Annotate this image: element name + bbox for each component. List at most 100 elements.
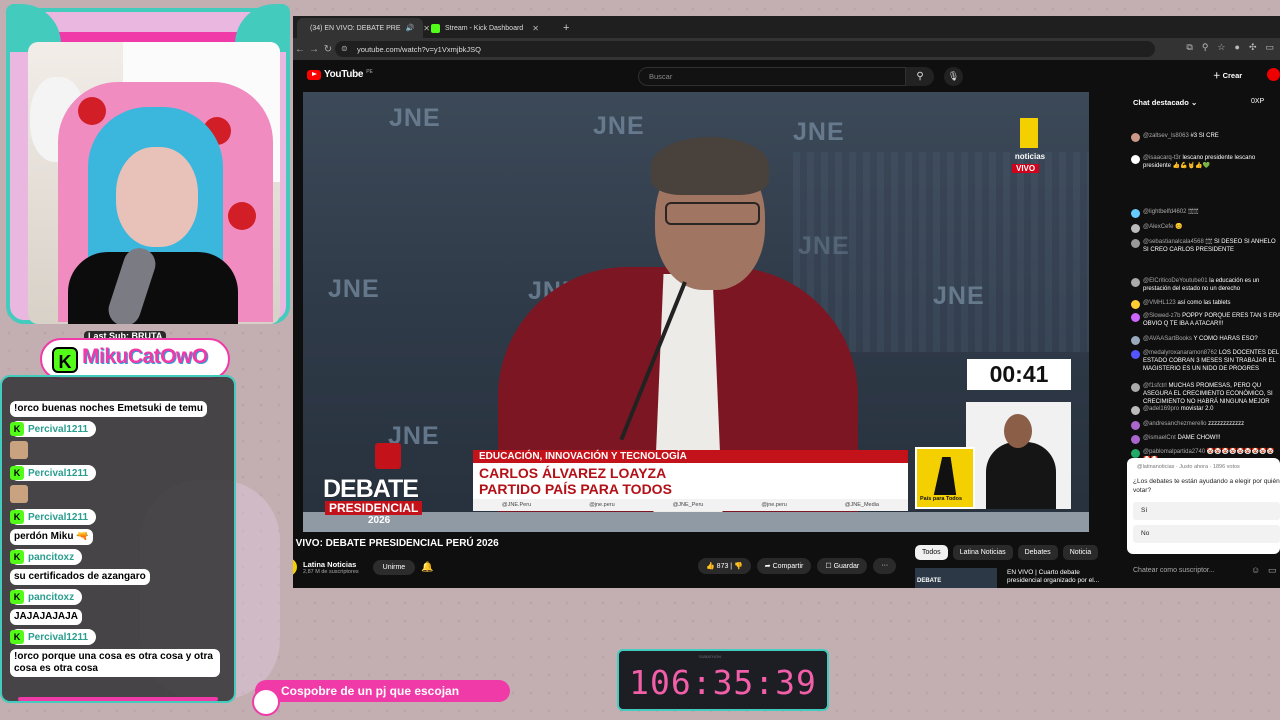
chat-mode-dropdown[interactable]: Chat destacado ⌄	[1133, 98, 1197, 107]
chat-emote	[10, 485, 28, 503]
chat-avatar[interactable]	[1131, 406, 1140, 415]
chat-message-text: 🕯🕯🕯🕯🕯🕯	[1188, 209, 1199, 215]
chat-username[interactable]: @VMHL123	[1143, 300, 1176, 306]
more-actions-button[interactable]: ···	[873, 558, 897, 574]
chat-avatar[interactable]	[1131, 239, 1140, 248]
chip-latina-noticias[interactable]: Latina Noticias	[952, 545, 1013, 560]
cat-mascot-icon	[252, 688, 280, 716]
poll-source: @latinanoticias · Justo ahora · 1896 vot…	[1137, 464, 1240, 470]
zoom-icon[interactable]: ⚲	[1202, 42, 1209, 53]
chat-avatar[interactable]	[1131, 224, 1140, 233]
kick-badge-icon: K	[10, 466, 24, 480]
chip-todos[interactable]: Todos	[915, 545, 948, 560]
tab-youtube[interactable]: (34) EN VIVO: DEBATE PRE 🔊 ✕	[297, 18, 430, 38]
chat-message-text: 😊	[1175, 224, 1183, 230]
puzzle-icon[interactable]: ✣	[1249, 42, 1257, 53]
x-handle: @JNE_Peru	[672, 502, 704, 508]
chat-username[interactable]: @ElCriticoDeYoutube01	[1143, 278, 1208, 284]
instagram-handle: @jne.peru	[589, 502, 615, 508]
chat-text: @adel169pro movistar 2.0	[1143, 405, 1213, 415]
chat-username[interactable]: @zaltsev_ls8063	[1143, 133, 1189, 139]
chat-username[interactable]: @sebastianalcala4568	[1143, 239, 1204, 245]
chat-avatar[interactable]	[1131, 449, 1140, 458]
search-button[interactable]: ⚲	[906, 67, 934, 86]
search-input[interactable]: Buscar	[638, 67, 906, 86]
chat-username[interactable]: @andresanchezmerello	[1143, 421, 1206, 427]
chat-text: @AVAASartBooks Y COMO HARAS ESO?	[1143, 335, 1258, 345]
create-button[interactable]: ＋ Crear	[1213, 70, 1242, 81]
poll-option-no[interactable]: No	[1133, 525, 1280, 543]
chat-avatar[interactable]	[1131, 278, 1140, 287]
speaker-icon[interactable]: 🔊	[406, 24, 415, 32]
video-actions: 👍 873 | 👎 ➦ Compartir ☐ Guardar ···	[698, 558, 897, 574]
bookmark-star-icon[interactable]: ☆	[1217, 42, 1225, 53]
new-tab-button[interactable]: +	[555, 18, 577, 38]
chat-avatar[interactable]	[1131, 435, 1140, 444]
join-button[interactable]: Unirme	[372, 559, 416, 575]
chat-username[interactable]: @AlexCefe	[1143, 224, 1173, 230]
tab-kick-dashboard[interactable]: Stream - Kick Dashboard ✕	[423, 18, 551, 38]
chat-message: @f1sfctrl MUCHAS PROMESAS, PERO QU ASEGU…	[1131, 382, 1280, 406]
chat-avatar[interactable]	[1131, 421, 1140, 430]
bell-icon[interactable]: 🔔	[421, 562, 433, 573]
chat-avatar[interactable]	[1131, 209, 1140, 218]
region-code: PE	[366, 69, 373, 75]
recommended-title[interactable]: EN VIVO | Cuarto debate presidencial org…	[1007, 569, 1102, 585]
chat-avatar[interactable]	[1131, 350, 1140, 359]
chat-username[interactable]: @pablomalpartida2740	[1143, 449, 1205, 455]
chat-username[interactable]: @isaacarq-t3r	[1143, 155, 1181, 161]
chat-avatar[interactable]	[1131, 313, 1140, 322]
chat-username[interactable]: @Slowed-z7b	[1143, 313, 1180, 319]
chat-input[interactable]: Chatear como suscriptor...	[1127, 561, 1252, 581]
channel-name[interactable]: Latina Noticias	[303, 560, 359, 569]
cast-icon[interactable]: ⧉	[1186, 42, 1192, 53]
chat-avatar[interactable]	[1131, 336, 1140, 345]
close-tab-icon[interactable]: ✕	[532, 24, 539, 33]
recommended-thumbnail[interactable]: DEBATE	[915, 568, 997, 588]
chat-username[interactable]: @adel169pro	[1143, 406, 1179, 412]
super-chat-icon[interactable]: ▭	[1268, 565, 1277, 576]
streamer-name: MikuCatOwO	[82, 345, 208, 368]
emoji-icon[interactable]: ☺	[1251, 565, 1260, 575]
chat-username[interactable]: @AVAASartBooks	[1143, 336, 1192, 342]
sidepanel-icon[interactable]: ▭	[1265, 42, 1274, 53]
chat-username[interactable]: @medalyroxanaramon8762	[1143, 350, 1217, 356]
notifications-icon[interactable]	[1267, 68, 1280, 81]
chip-debates[interactable]: Debates	[1017, 545, 1058, 560]
chat-text: @Slowed-z7b POPPY PORQUE ERES TAN S ERA …	[1143, 312, 1280, 328]
youtube-logo[interactable]: YouTube PE	[307, 69, 373, 80]
save-button[interactable]: ☐ Guardar	[817, 558, 868, 574]
poll-option-yes[interactable]: Sí	[1133, 502, 1280, 520]
debate-topic: EDUCACIÓN, INNOVACIÓN Y TECNOLOGÍA	[473, 450, 908, 463]
site-info-icon[interactable]: ⊜	[341, 44, 348, 53]
chat-avatar[interactable]	[1131, 383, 1140, 392]
share-label: Compartir	[772, 563, 804, 570]
channel-avatar[interactable]	[293, 558, 297, 576]
chat-message-text: !orco buenas noches Emetsuki de temu	[10, 401, 207, 417]
ticker-banner: Cospobre de un pj que escojan	[255, 680, 510, 702]
voice-search-button[interactable]: 🎙	[944, 67, 963, 86]
chat-avatar[interactable]	[1131, 133, 1140, 142]
reload-icon[interactable]: ↻	[321, 44, 335, 55]
chair-rose-print	[78, 97, 106, 125]
chat-username[interactable]: @lightbelfd4602	[1143, 209, 1186, 215]
recommended-video[interactable]: DEBATE EN VIVO | Cuarto debate presidenc…	[915, 568, 1105, 588]
url-field[interactable]: ⊜ youtube.com/watch?v=y1VxmjbkJSQ	[335, 41, 1155, 57]
video-player[interactable]: JNE JNE JNE JNE JNE JNE JNE JNE noticias…	[303, 92, 1089, 532]
chat-input-placeholder: Chatear como suscriptor...	[1133, 567, 1215, 574]
share-button[interactable]: ➦ Compartir	[756, 558, 812, 574]
youtube-play-icon	[307, 69, 321, 80]
extension-icon[interactable]: ●	[1235, 42, 1240, 53]
chip-noticias[interactable]: Noticia	[1062, 545, 1099, 560]
poll-question: ¿Los debates te están ayudando a elegir …	[1133, 478, 1280, 494]
chat-username[interactable]: @f1sfctrl	[1143, 383, 1167, 389]
debate-logo: DEBATE PRESIDENCIAL 2026	[323, 443, 443, 526]
timer-value: 106:35:39	[629, 663, 817, 702]
chat-username[interactable]: @ismaelCnt	[1143, 435, 1176, 441]
tab-label: (34) EN VIVO: DEBATE PRE	[310, 24, 401, 32]
forward-icon[interactable]: →	[307, 44, 321, 55]
like-button[interactable]: 👍 873 | 👎	[698, 558, 751, 574]
chat-avatar[interactable]	[1131, 300, 1140, 309]
chat-avatar[interactable]	[1131, 155, 1140, 164]
back-icon[interactable]: ←	[293, 44, 307, 55]
